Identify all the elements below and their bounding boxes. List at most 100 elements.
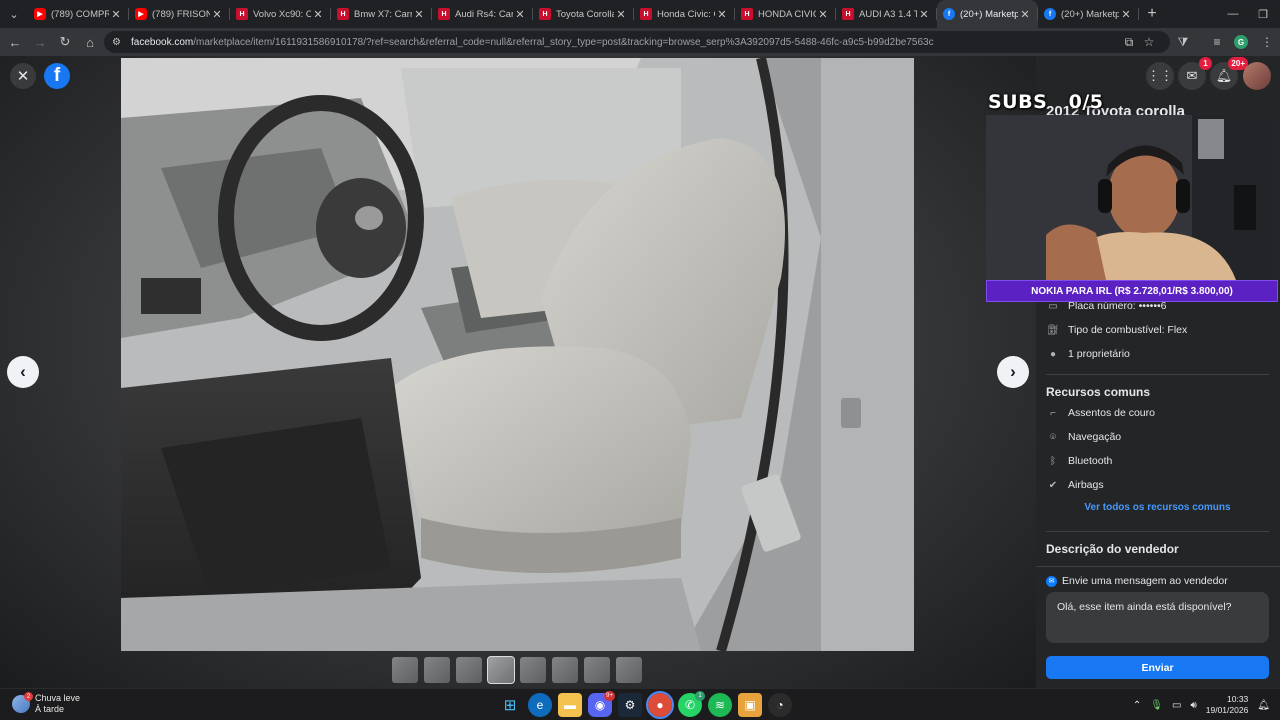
- tab-close-icon[interactable]: ✕: [311, 8, 325, 21]
- back-icon[interactable]: ←: [3, 30, 27, 54]
- tab-search-icon[interactable]: ⌄: [0, 0, 28, 28]
- tab-close-icon[interactable]: ✕: [1119, 8, 1133, 21]
- seat-icon: ⌐: [1050, 407, 1056, 419]
- chevron-right-icon: ›: [1010, 362, 1016, 381]
- check-circle-icon: ✔: [1048, 479, 1058, 491]
- tab-close-icon[interactable]: ✕: [816, 8, 830, 21]
- url-host: facebook.com: [131, 36, 194, 48]
- discord-icon[interactable]: ◉ 9+: [588, 691, 615, 717]
- tab-close-icon[interactable]: ✕: [614, 8, 628, 21]
- browser-tab[interactable]: H Toyota Corolla ✕: [533, 0, 634, 28]
- photo-thumbnail[interactable]: [487, 656, 515, 684]
- browser-tab[interactable]: ▶ (789) FRISON ✕: [129, 0, 230, 28]
- messenger-badge: 1: [1199, 57, 1212, 70]
- file-explorer-icon[interactable]: ▬: [558, 693, 582, 717]
- profile-button[interactable]: G: [1230, 31, 1252, 53]
- new-tab-button[interactable]: +: [1139, 0, 1165, 28]
- microphone-icon[interactable]: 🎙︎: [1150, 700, 1163, 711]
- weather-widget[interactable]: 2 Chuva leve À tarde: [12, 692, 80, 715]
- browser-tab[interactable]: H Honda Civic: C ✕: [634, 0, 735, 28]
- bookmark-star-icon[interactable]: ☆: [1138, 31, 1160, 53]
- chrome-icon[interactable]: ●: [646, 691, 674, 719]
- browser-tab[interactable]: H Audi Rs4: Carro✕: [432, 0, 533, 28]
- tab-close-icon[interactable]: ✕: [210, 8, 224, 21]
- photo-thumbnail[interactable]: [616, 657, 642, 683]
- browser-tab[interactable]: H Bmw X7: Carro ✕: [331, 0, 432, 28]
- whatsapp-icon[interactable]: ✆ 1: [678, 691, 705, 717]
- tab-close-icon[interactable]: ✕: [513, 8, 527, 21]
- bell-icon: 🔔︎: [1215, 68, 1233, 83]
- forward-icon[interactable]: →: [28, 30, 52, 54]
- chevron-up-icon[interactable]: ⌃: [1133, 700, 1141, 711]
- tab-title: Audi Rs4: Carro: [455, 8, 513, 20]
- tab-close-icon[interactable]: ✕: [109, 8, 123, 21]
- steam-icon[interactable]: ⚙: [618, 693, 642, 717]
- facebook-logo[interactable]: f: [44, 63, 70, 89]
- tab-close-icon[interactable]: ✕: [917, 8, 931, 21]
- tab-close-icon[interactable]: ✕: [1018, 8, 1032, 21]
- tab-title: (789) COMPRE: [51, 8, 109, 20]
- tab-list: ▶(789) COMPRE✕▶(789) FRISON✕HVolvo Xc90:…: [28, 0, 1139, 28]
- volume-icon[interactable]: 🔊︎: [1190, 700, 1196, 711]
- browser-tab[interactable]: f (20+) Marketpl ✕: [1038, 0, 1139, 28]
- media-controls-icon[interactable]: ≡: [1206, 31, 1228, 53]
- network-icon[interactable]: ▭: [1172, 700, 1181, 711]
- photo-thumbnail[interactable]: [456, 657, 482, 683]
- taskbar-apps: ⊞ e ▬ ◉ 9+ ⚙ ● ✆ 1 ≋ ▣ ◔: [498, 691, 792, 719]
- photo-thumbnail[interactable]: [424, 657, 450, 683]
- site-info-icon[interactable]: ⚙: [112, 37, 126, 48]
- minimize-icon[interactable]: —: [1216, 0, 1250, 28]
- whatsapp-badge: 1: [695, 691, 705, 701]
- previous-photo-button[interactable]: ‹: [7, 356, 39, 388]
- windows-taskbar: 2 Chuva leve À tarde ⊞ e ▬ ◉ 9+ ⚙ ● ✆ 1 …: [0, 688, 1280, 720]
- tab-title: HONDA CIVIC: [758, 8, 816, 20]
- see-all-features-link[interactable]: Ver todos os recursos comuns: [1046, 502, 1269, 513]
- chrome-menu-icon[interactable]: ⋮: [1256, 31, 1278, 53]
- next-photo-button[interactable]: ›: [997, 356, 1029, 388]
- tab-close-icon[interactable]: ✕: [412, 8, 426, 21]
- photo-thumbnail[interactable]: [552, 657, 578, 683]
- windows-start-icon[interactable]: ⊞: [498, 693, 522, 717]
- extensions-icon[interactable]: ⧩: [1172, 31, 1194, 53]
- fuel-pump-icon: ⛽︎: [1046, 324, 1060, 336]
- webmotors-icon: H: [741, 8, 753, 20]
- subs-goal-counter: SUBS 0/5: [988, 91, 1104, 113]
- browser-tab[interactable]: f (20+) Marketpl ✕: [937, 0, 1038, 28]
- profile-avatar: G: [1234, 35, 1248, 49]
- home-icon[interactable]: ⌂: [78, 30, 102, 54]
- obs-studio-icon[interactable]: ▣: [738, 693, 762, 717]
- clock[interactable]: 10:33 19/01/2026: [1206, 694, 1249, 716]
- close-viewer-button[interactable]: ✕: [10, 63, 36, 89]
- message-input[interactable]: Olá, esse item ainda está disponível?: [1046, 592, 1269, 643]
- send-button[interactable]: Enviar: [1046, 656, 1269, 679]
- notification-bell-icon[interactable]: 🔔︎: [1257, 700, 1270, 711]
- browser-tab[interactable]: H HONDA CIVIC ✕: [735, 0, 836, 28]
- browser-toolbar: ← → ↻ ⌂ ⚙ facebook.com/marketplace/item/…: [0, 28, 1280, 56]
- browser-tab[interactable]: H Volvo Xc90: Ca✕: [230, 0, 331, 28]
- notifications-button[interactable]: 🔔︎ 20+: [1210, 57, 1248, 90]
- photo-thumbnail[interactable]: [584, 657, 610, 683]
- browser-tab[interactable]: H AUDI A3 1.4 TF✕: [836, 0, 937, 28]
- tab-close-icon[interactable]: ✕: [715, 8, 729, 21]
- marketplace-page: ✕ f ‹ › ⋮⋮ ✉ 1 🔔︎ 20+ 2012 Toyota coroll…: [0, 56, 1280, 688]
- install-app-icon[interactable]: ⧉: [1118, 31, 1140, 53]
- messenger-button[interactable]: ✉ 1: [1178, 57, 1212, 90]
- spotify-icon[interactable]: ≋: [708, 693, 732, 717]
- edge-icon[interactable]: e: [528, 693, 552, 717]
- photo-thumbnail[interactable]: [520, 657, 546, 683]
- photo-viewer: ✕ f ‹ ›: [0, 56, 1036, 688]
- chevron-left-icon: ‹: [20, 362, 26, 381]
- clock-app-icon[interactable]: ◔: [768, 693, 792, 717]
- tab-title: (20+) Marketpl: [1061, 8, 1119, 20]
- spec-owners-label: 1 proprietário: [1068, 348, 1130, 360]
- photo-thumbnail[interactable]: [392, 657, 418, 683]
- browser-tab[interactable]: ▶ (789) COMPRE✕: [28, 0, 129, 28]
- restore-icon[interactable]: ❐: [1246, 0, 1280, 28]
- weather-subtitle: À tarde: [35, 704, 65, 714]
- account-avatar[interactable]: [1243, 62, 1271, 90]
- reload-icon[interactable]: ↻: [53, 30, 77, 54]
- address-bar[interactable]: ⚙ facebook.com/marketplace/item/16119315…: [104, 31, 1170, 53]
- message-header-label: Envie uma mensagem ao vendedor: [1062, 575, 1228, 587]
- menu-grid-button[interactable]: ⋮⋮: [1146, 62, 1174, 90]
- youtube-icon: ▶: [135, 8, 147, 20]
